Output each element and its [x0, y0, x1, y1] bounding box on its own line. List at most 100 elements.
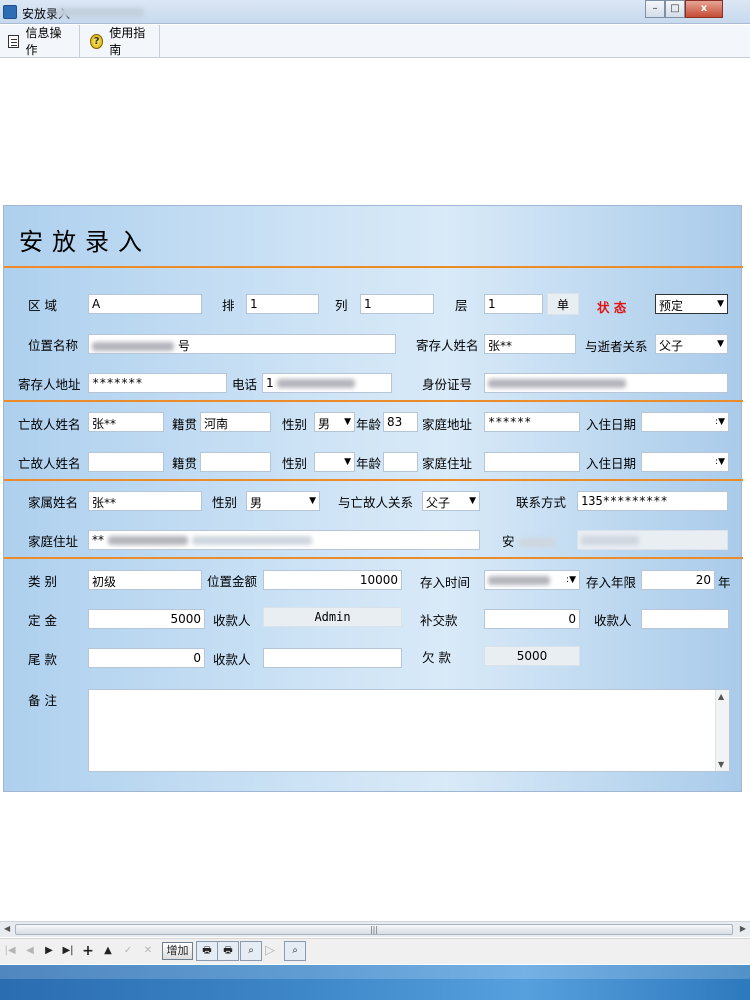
- window-controls: – □ x: [645, 0, 723, 18]
- print-preview-icon[interactable]: 🖶: [217, 941, 239, 961]
- filter-icon[interactable]: ▷: [262, 943, 278, 959]
- layer-input[interactable]: 1: [484, 294, 543, 314]
- horizontal-scrollbar[interactable]: ◀ ||| ▶: [0, 921, 750, 937]
- scrollbar-thumb[interactable]: |||: [15, 924, 733, 935]
- relation-select[interactable]: 父子 ▼: [655, 334, 728, 354]
- final-payment-input[interactable]: 0: [88, 648, 205, 668]
- status-select[interactable]: 预定 ▼: [655, 294, 728, 314]
- age2-input[interactable]: [383, 452, 418, 472]
- find-icon[interactable]: ⌕: [284, 941, 306, 961]
- column-input[interactable]: 1: [360, 294, 434, 314]
- gender-value: 男: [318, 417, 331, 431]
- remark-textarea[interactable]: ▲ ▼: [88, 689, 730, 772]
- phone-input[interactable]: 1: [262, 373, 392, 393]
- supplement-input[interactable]: 0: [484, 609, 580, 629]
- payee3-input[interactable]: [263, 648, 402, 668]
- print-icon[interactable]: 🖶: [196, 941, 218, 961]
- prior-icon[interactable]: ◀: [22, 943, 38, 959]
- remark-label: 备 注: [28, 693, 57, 708]
- close-button[interactable]: x: [685, 0, 723, 18]
- menu-info-operation[interactable]: 信息操作: [0, 25, 80, 57]
- redacted-text: [581, 536, 639, 545]
- add-button[interactable]: 增加: [162, 942, 193, 960]
- chevron-down-icon: ▼: [717, 299, 724, 309]
- years-unit-label: 年: [718, 575, 731, 590]
- gender-select[interactable]: 男 ▼: [314, 412, 355, 432]
- status-value: 预定: [659, 299, 684, 313]
- redacted-text: [191, 536, 312, 545]
- family-relation-select[interactable]: 父子 ▼: [422, 491, 480, 511]
- checkin-date-picker[interactable]: :▼: [641, 412, 729, 432]
- first-icon[interactable]: |◀: [2, 943, 18, 959]
- cancel-icon[interactable]: ✕: [140, 943, 156, 959]
- chevron-down-icon: ▼: [344, 417, 351, 427]
- checkin2-date-picker[interactable]: :▼: [641, 452, 729, 472]
- scroll-down-icon[interactable]: ▼: [718, 760, 724, 769]
- family-address-label: 家庭住址: [28, 534, 79, 549]
- menu-user-guide[interactable]: ? 使用指南: [82, 25, 160, 57]
- origin-input[interactable]: 河南: [200, 412, 271, 432]
- payee2-input[interactable]: [641, 609, 729, 629]
- insert-icon[interactable]: +: [80, 943, 96, 959]
- family-address-value: **: [92, 533, 104, 547]
- position-amount-input[interactable]: 10000: [263, 570, 402, 590]
- final-payment-label: 尾 款: [28, 652, 57, 667]
- row-input[interactable]: 1: [246, 294, 319, 314]
- phone-value: 1: [266, 376, 274, 390]
- next-icon[interactable]: ▶: [41, 943, 57, 959]
- scroll-up-icon[interactable]: ▲: [718, 692, 724, 701]
- contact-input[interactable]: 135*********: [577, 491, 728, 511]
- taskbar-gloss: [0, 965, 750, 979]
- depositor-name-input[interactable]: 张**: [484, 334, 576, 354]
- remark-scrollbar[interactable]: ▲ ▼: [715, 690, 729, 771]
- separator: [4, 479, 743, 481]
- minimize-button[interactable]: –: [645, 0, 665, 18]
- maximize-button[interactable]: □: [665, 0, 685, 18]
- family-gender-value: 男: [250, 496, 263, 510]
- payee1-label: 收款人: [213, 613, 251, 628]
- chevron-down-icon: :▼: [566, 575, 576, 585]
- id-number-label: 身份证号: [422, 377, 473, 392]
- age2-label: 年龄: [356, 456, 382, 471]
- deceased-name-input[interactable]: 张**: [88, 412, 164, 432]
- owed-label: 欠 款: [422, 650, 451, 665]
- search-icon[interactable]: ⌕: [240, 941, 262, 961]
- family-gender-select[interactable]: 男 ▼: [246, 491, 320, 511]
- deposit-time-picker[interactable]: :▼: [484, 570, 580, 590]
- area-input[interactable]: A: [88, 294, 202, 314]
- family-address-input[interactable]: **: [88, 530, 480, 550]
- help-icon: ?: [90, 33, 104, 49]
- redacted-text: [518, 538, 555, 547]
- separator: [4, 400, 743, 402]
- origin2-input[interactable]: [200, 452, 271, 472]
- gender2-select[interactable]: ▼: [314, 452, 355, 472]
- home2-address-input[interactable]: [484, 452, 580, 472]
- position-name-input[interactable]: 号: [88, 334, 396, 354]
- family-gender-label: 性别: [212, 495, 238, 510]
- category-label: 类 别: [28, 574, 57, 589]
- family-name-input[interactable]: 张**: [88, 491, 202, 511]
- redacted-field: [577, 530, 728, 550]
- category-input[interactable]: 初级: [88, 570, 202, 590]
- family-name-label: 家属姓名: [28, 495, 79, 510]
- age-input[interactable]: 83: [383, 412, 418, 432]
- relation-value: 父子: [659, 339, 684, 353]
- home-address-input[interactable]: ******: [484, 412, 580, 432]
- an-label: 安: [502, 531, 555, 550]
- scroll-left-icon[interactable]: ◀: [4, 924, 10, 933]
- scroll-right-icon[interactable]: ▶: [740, 924, 746, 933]
- last-icon[interactable]: ▶|: [60, 943, 76, 959]
- deposit-years-input[interactable]: 20: [641, 570, 715, 590]
- origin-label: 籍贯: [172, 417, 198, 432]
- checkin-date-label: 入住日期: [586, 417, 637, 432]
- relation-label: 与逝者关系: [585, 339, 648, 354]
- deceased2-name-input[interactable]: [88, 452, 164, 472]
- post-icon[interactable]: ✓: [120, 943, 136, 959]
- id-number-input[interactable]: [484, 373, 728, 393]
- deposit-input[interactable]: 5000: [88, 609, 205, 629]
- column-label: 列: [335, 298, 348, 313]
- delete-icon[interactable]: ▲: [100, 943, 116, 959]
- area-label: 区 域: [28, 298, 57, 313]
- status-label: 状 态: [597, 300, 627, 315]
- depositor-address-input[interactable]: *******: [88, 373, 227, 393]
